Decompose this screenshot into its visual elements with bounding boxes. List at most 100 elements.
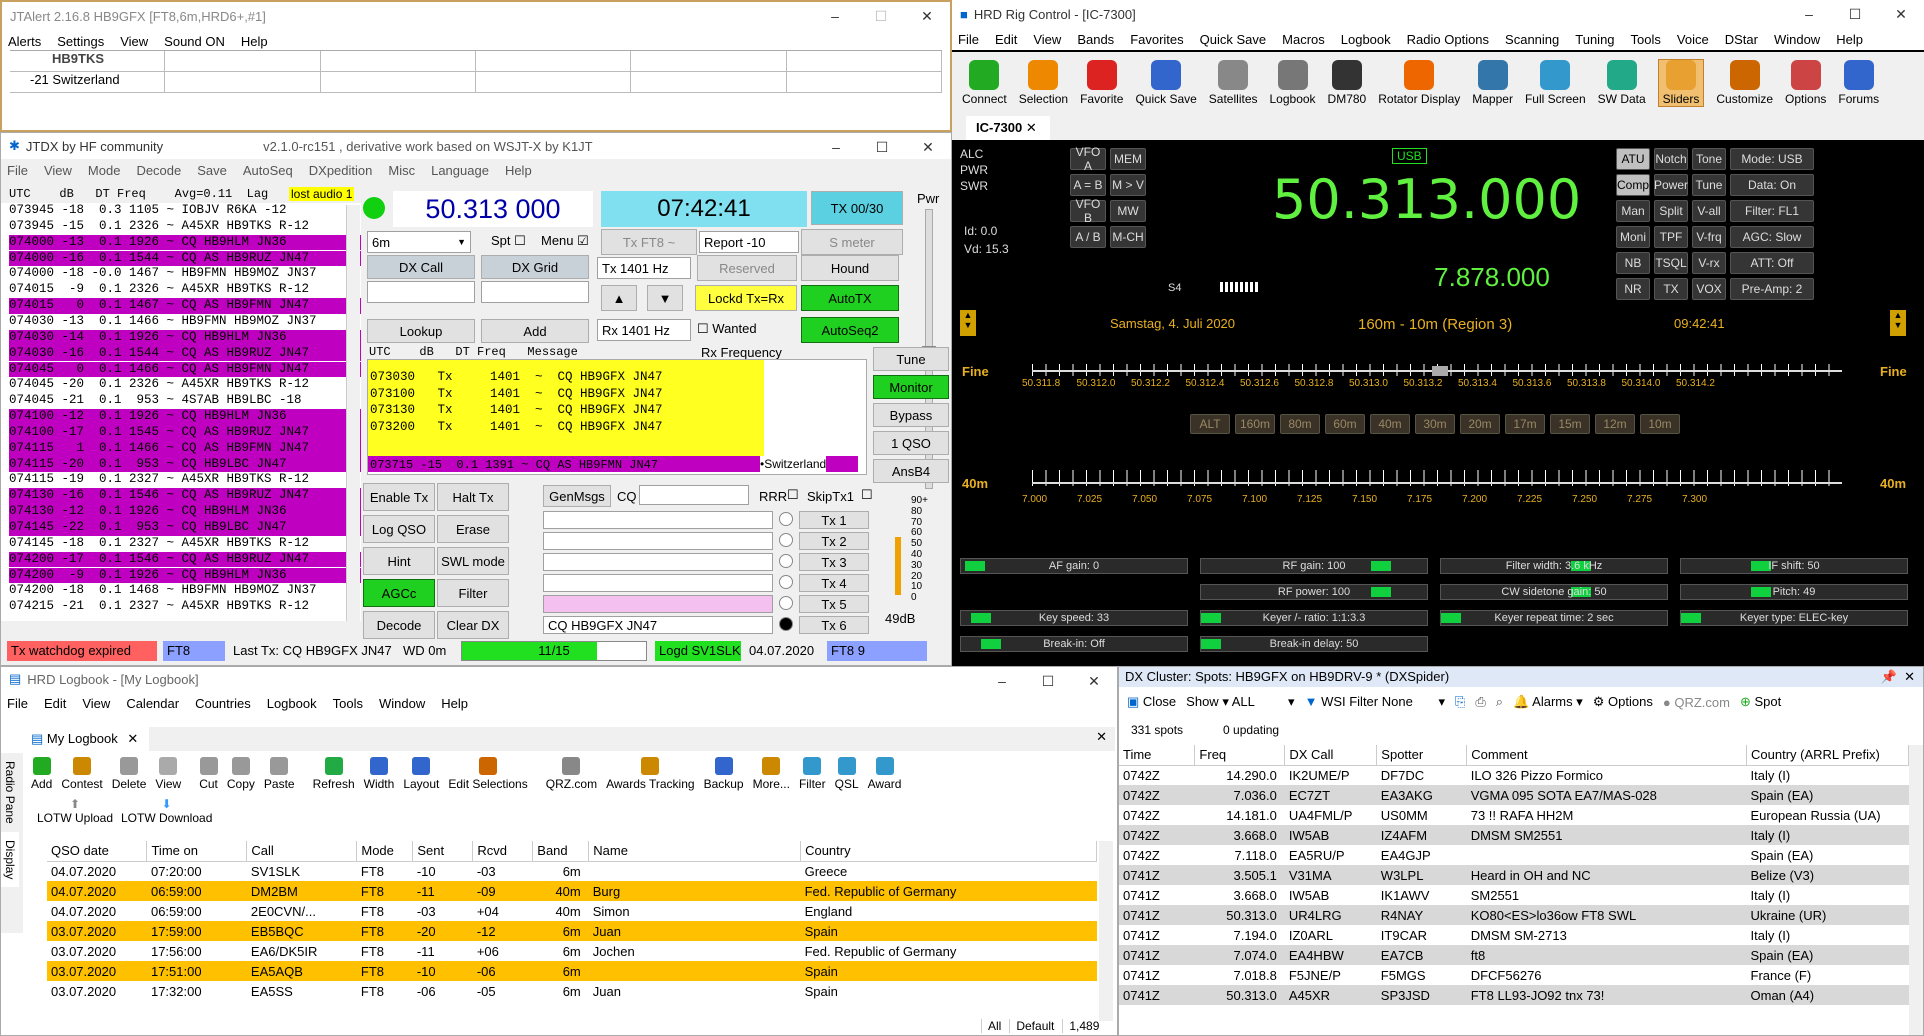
band-activity-row[interactable]: 074030 -13 0.1 1466 ~ HB9FMN HB9MOZ JN37	[9, 313, 361, 330]
vfo-button-m-ch[interactable]: M-CH	[1110, 226, 1146, 248]
toolbar-selection-button[interactable]: Selection	[1019, 60, 1068, 106]
band-button-15m[interactable]: 15m	[1550, 414, 1590, 434]
logbook-qsl-button[interactable]: QSL	[835, 757, 859, 791]
band-activity-row[interactable]: 074045 -20 0.1 2326 ~ A45XR HB9TKS R-12	[9, 377, 361, 394]
rig-button-agc-slow[interactable]: AGC: Slow	[1730, 226, 1814, 248]
logbook-add-button[interactable]: Add	[31, 757, 52, 791]
menu-item-help[interactable]: Help	[441, 696, 468, 711]
band-up-arrow[interactable]: ▲ ▼	[960, 310, 976, 336]
menu-item-alerts[interactable]: Alerts	[8, 34, 41, 49]
rx-row[interactable]: 073130 Tx 1401 ~ CQ HB9GFX JN47	[370, 403, 663, 420]
toolbar-full-screen-button[interactable]: Full Screen	[1525, 60, 1586, 106]
rig-button-mode-usb[interactable]: Mode: USB	[1730, 148, 1814, 170]
band-activity-row[interactable]: 074030 -14 0.1 1926 ~ CQ HB9HLM JN36	[9, 329, 361, 346]
band-activity-row[interactable]: 074115 -19 0.1 2327 ~ A45XR HB9TKS R-12	[9, 472, 361, 489]
menu-item-bands[interactable]: Bands	[1077, 32, 1114, 47]
menu-item-edit[interactable]: Edit	[44, 696, 66, 711]
logbook-copy-button[interactable]: Copy	[227, 757, 255, 791]
logbook-backup-button[interactable]: Backup	[704, 757, 744, 791]
rig-button-data-on[interactable]: Data: On	[1730, 174, 1814, 196]
toolbar-logbook-button[interactable]: Logbook	[1270, 60, 1316, 106]
band-activity-row[interactable]: 074000 -18 -0.0 1467 ~ HB9FMN HB9MOZ JN3…	[9, 266, 361, 283]
toolbar-sliders-button[interactable]: Sliders	[1657, 59, 1705, 107]
fine-tuning-scale[interactable]: 50.311.8 50.312.0 50.312.2 50.312.4 50.312.6…	[1022, 352, 1842, 392]
menu-item-window[interactable]: Window	[379, 696, 425, 711]
band-button-80m[interactable]: 80m	[1280, 414, 1320, 434]
side-tab-radio-pane[interactable]: Radio Pane	[1, 753, 19, 832]
report-spinner[interactable]: Report -10	[699, 231, 799, 253]
column-header-mode[interactable]: Mode	[356, 841, 414, 862]
rig-button-tone[interactable]: Tone	[1692, 148, 1726, 170]
table-row[interactable]: 0742Z 14.181.0 UA4FML/P US0MM 73 !! RAFA HH2…	[1119, 805, 1909, 825]
close-icon[interactable]: ✕	[1878, 0, 1924, 28]
band-select[interactable]: 6m ▼	[367, 231, 471, 253]
band-activity-row[interactable]: 074130 -16 0.1 1546 ~ CQ AS HB9RUZ JN47	[9, 488, 361, 505]
toolbar-sw-data-button[interactable]: SW Data	[1598, 60, 1646, 106]
monitor-button[interactable]: Monitor	[873, 375, 949, 399]
band-activity-row[interactable]: 073945 -15 0.1 2326 ~ A45XR HB9TKS R-12	[9, 218, 361, 235]
enable-tx-button[interactable]: Enable Tx	[363, 483, 435, 511]
close-icon[interactable]: ✕	[905, 133, 951, 159]
tab-close-icon[interactable]: ✕	[127, 731, 138, 746]
band-up-arrow-right[interactable]: ▲ ▼	[1890, 310, 1906, 336]
band-activity-row[interactable]: 074200 -17 0.1 1546 ~ CQ AS HB9RUZ JN47	[9, 551, 361, 568]
options-button[interactable]: ⚙ Options	[1593, 694, 1653, 710]
slider-cw-sidetone-gain-50[interactable]: CW sidetone gain: 50	[1440, 584, 1668, 600]
skiptx1-checkbox-icon[interactable]: ☐	[861, 487, 873, 503]
toolbar-customize-button[interactable]: Customize	[1716, 60, 1773, 106]
menu-item-tools[interactable]: Tools	[1631, 32, 1661, 47]
rx-frequency-list[interactable]: 073030 Tx 1401 ~ CQ HB9GFX JN47 073100 Tx…	[367, 359, 867, 475]
logbook-awards-tracking-button[interactable]: Awards Tracking	[606, 757, 695, 791]
vfo-button-mw[interactable]: MW	[1110, 200, 1146, 222]
menu-item-radio-options[interactable]: Radio Options	[1407, 32, 1489, 47]
band-activity-row[interactable]: 074030 -16 0.1 1544 ~ CQ AS HB9RUZ JN47	[9, 345, 361, 362]
menu-item-countries[interactable]: Countries	[195, 696, 251, 711]
menu-item-autoseq[interactable]: AutoSeq	[243, 163, 293, 178]
swl-mode-button[interactable]: SWL mode	[437, 547, 509, 575]
menu-item-dxpedition[interactable]: DXpedition	[309, 163, 373, 178]
menu-item-voice[interactable]: Voice	[1677, 32, 1709, 47]
spt-checkbox[interactable]: Spt ☐	[491, 233, 526, 249]
dx-scrollbar[interactable]	[1909, 745, 1923, 1035]
logbook-contest-button[interactable]: Contest	[61, 757, 103, 791]
autoseq2-button[interactable]: AutoSeq2	[801, 317, 899, 343]
table-row[interactable]: 0742Z 7.036.0 EC7ZT EA3AKG VGMA 095 SOTA EA7…	[1119, 785, 1909, 805]
hound-button[interactable]: Hound	[801, 255, 899, 281]
tx-mode-button[interactable]: Tx FT8 ~	[601, 229, 697, 255]
toolbar-connect-button[interactable]: Connect	[962, 60, 1007, 106]
erase-button[interactable]: Erase	[437, 515, 509, 543]
column-header-time[interactable]: Time	[1119, 745, 1196, 766]
agcc-button[interactable]: AGCc	[363, 579, 435, 607]
band-activity-row[interactable]: 074200 -9 0.1 1926 ~ CQ HB9HLM JN36	[9, 567, 361, 584]
vfo-button-a-b[interactable]: A / B	[1070, 226, 1106, 248]
menu-item-save[interactable]: Save	[197, 163, 227, 178]
table-row[interactable]: 0742Z 3.668.0 IW5AB IZ4AFM DMSM SM2551 Italy …	[1119, 825, 1909, 845]
rig-button-tsql[interactable]: TSQL	[1654, 252, 1688, 274]
slider-af-gain-0[interactable]: AF gain: 0	[960, 558, 1188, 574]
logbook-table[interactable]: QSO date Time on Call Mode Sent Rcvd Band Name C…	[47, 841, 1097, 1001]
print-icon[interactable]: ⎙	[1475, 694, 1485, 710]
band-activity-row[interactable]: 074200 -18 0.1 1468 ~ HB9FMN HB9MOZ JN37	[9, 583, 361, 600]
rx-row[interactable]: 073200 Tx 1401 ~ CQ HB9GFX JN47	[370, 420, 663, 437]
reserved-button[interactable]: Reserved	[697, 255, 797, 281]
add-button[interactable]: Add	[481, 319, 589, 343]
band-button-17m[interactable]: 17m	[1505, 414, 1545, 434]
toolbar-rotator-display-button[interactable]: Rotator Display	[1378, 60, 1460, 106]
menu-item-mode[interactable]: Mode	[88, 163, 121, 178]
rig-button-man[interactable]: Man	[1616, 200, 1650, 222]
menu-item-logbook[interactable]: Logbook	[1341, 32, 1391, 47]
menu-item-decode[interactable]: Decode	[136, 163, 181, 178]
column-header-qso-date[interactable]: QSO date	[47, 841, 148, 862]
table-row[interactable]: 0742Z 14.290.0 IK2UME/P DF7DC ILO 326 Pizzo …	[1119, 765, 1909, 785]
slider-key-speed-33[interactable]: Key speed: 33	[960, 610, 1188, 626]
band-activity-row[interactable]: 074015 -9 0.1 2326 ~ A45XR HB9TKS R-12	[9, 282, 361, 299]
logbook-layout-button[interactable]: Layout	[403, 757, 439, 791]
logbook-scrollbar[interactable]	[1099, 841, 1113, 1021]
table-row[interactable]: 03.07.2020 17:59:00 EB5BQC FT8 -20 -12 6m Juan S…	[47, 921, 1097, 941]
table-row[interactable]: 0741Z 50.313.0 UR4LRG R4NAY KO80<ES>lo36ow F…	[1119, 905, 1909, 925]
logbook-cut-button[interactable]: Cut	[199, 757, 218, 791]
lotw-upload-button[interactable]: ⬆ LOTW Upload	[37, 797, 113, 825]
rig-button-att-off[interactable]: ATT: Off	[1730, 252, 1814, 274]
rx-freq-spinner[interactable]: Rx 1401 Hz	[597, 319, 691, 341]
menu-item-view[interactable]: View	[82, 696, 110, 711]
